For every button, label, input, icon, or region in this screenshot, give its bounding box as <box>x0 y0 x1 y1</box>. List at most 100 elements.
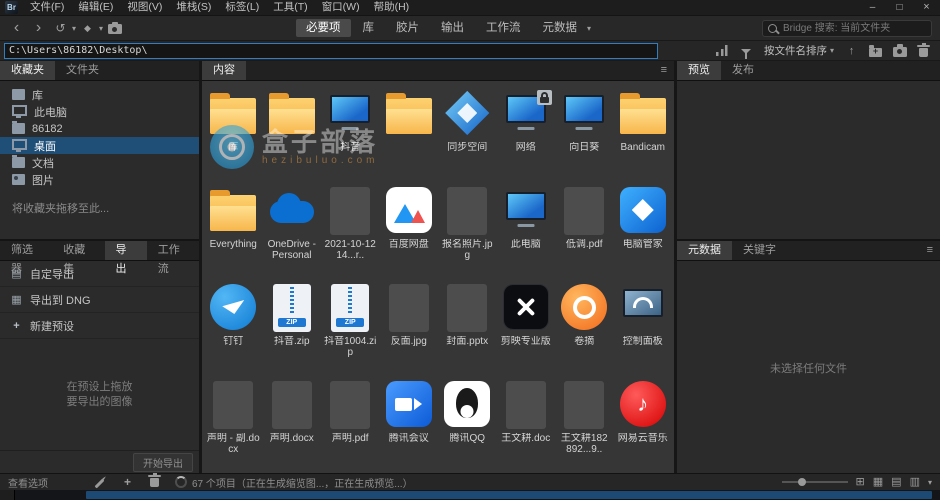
refine-icon[interactable] <box>77 18 98 38</box>
filter-button[interactable] <box>736 41 757 61</box>
menu-item[interactable]: 工具(T) <box>266 0 314 15</box>
file-item[interactable]: 王文耕.doc <box>497 372 556 469</box>
file-item[interactable]: 电脑管家 <box>614 178 673 275</box>
sort-ascending-button[interactable] <box>712 41 733 61</box>
file-item[interactable]: 库 <box>204 81 263 178</box>
start-export-button[interactable]: 开始导出 <box>133 453 193 472</box>
menu-item[interactable]: 视图(V) <box>120 0 169 15</box>
export-preset-item[interactable]: 导出到 DNG <box>0 287 199 313</box>
workspace-tab[interactable]: 元数据 <box>533 19 588 37</box>
panel-menu-icon[interactable] <box>654 61 674 80</box>
panel-tab[interactable]: 文件夹 <box>55 61 110 80</box>
file-item[interactable]: 腾讯QQ <box>438 372 497 469</box>
forward-icon[interactable] <box>28 18 49 38</box>
delete-preset-button[interactable] <box>150 474 159 490</box>
new-folder-button[interactable] <box>865 41 886 61</box>
horizontal-scrollbar[interactable] <box>0 490 940 500</box>
back-icon[interactable] <box>6 18 27 38</box>
file-item[interactable]: 百度网盘 <box>380 178 439 275</box>
sort-order-dropdown[interactable]: 按文件名排序 <box>760 43 838 58</box>
detail-view-icon[interactable] <box>891 477 901 488</box>
panel-tab[interactable]: 导出 <box>105 241 147 260</box>
export-preset-item[interactable]: 自定导出 <box>0 261 199 287</box>
workspace-tab[interactable]: 胶片 <box>386 19 429 37</box>
camera-import-button[interactable] <box>104 18 125 38</box>
menu-item[interactable]: 窗口(W) <box>315 0 367 15</box>
grid-view-icon[interactable] <box>856 477 865 488</box>
panel-tab[interactable]: 工作流 <box>147 241 199 260</box>
sort-direction-icon[interactable] <box>841 41 862 61</box>
add-preset-icon[interactable] <box>117 476 138 488</box>
chevron-down-icon[interactable] <box>99 24 103 33</box>
favorites-item[interactable]: 桌面 <box>0 137 199 154</box>
file-item[interactable]: 控制面板 <box>614 275 673 372</box>
favorites-item[interactable]: 86182 <box>0 120 199 137</box>
file-item[interactable]: OneDrive - Personal <box>263 178 322 275</box>
file-item[interactable]: 2021-10-12 14...r.. <box>321 178 380 275</box>
file-item[interactable]: 低调.pdf <box>555 178 614 275</box>
panel-tab[interactable]: 元数据 <box>677 241 732 260</box>
file-item[interactable]: 抖音.zip <box>263 275 322 372</box>
file-item[interactable] <box>263 81 322 178</box>
file-item[interactable] <box>380 81 439 178</box>
favorites-item[interactable]: 文档 <box>0 154 199 171</box>
file-item[interactable]: 钉钉 <box>204 275 263 372</box>
get-photos-button[interactable] <box>889 41 910 61</box>
thumbnail-size-slider[interactable] <box>782 481 848 483</box>
file-item[interactable]: 声明 - 副.docx <box>204 372 263 469</box>
file-item[interactable]: Bandicam <box>614 81 673 178</box>
file-item[interactable]: 腾讯会议 <box>380 372 439 469</box>
panel-tab[interactable]: 收藏夹 <box>0 61 55 80</box>
close-button[interactable] <box>913 0 940 15</box>
file-item[interactable]: 网易云音乐 <box>614 372 673 469</box>
view-options-label[interactable]: 查看选项 <box>8 475 48 490</box>
favorites-item[interactable]: 此电脑 <box>0 103 199 120</box>
file-item[interactable]: 抖音1004.zip <box>321 275 380 372</box>
path-input[interactable] <box>4 43 658 59</box>
panel-tab[interactable]: 发布 <box>721 61 765 80</box>
panel-tab[interactable]: 收藏集 <box>52 241 104 260</box>
menu-item[interactable]: 标签(L) <box>218 0 266 15</box>
menu-item[interactable]: 堆栈(S) <box>169 0 218 15</box>
file-item[interactable]: 声明.docx <box>263 372 322 469</box>
content-tab[interactable]: 内容 <box>202 61 246 80</box>
file-item[interactable]: 网络 <box>497 81 556 178</box>
file-item[interactable]: 封面.pptx <box>438 275 497 372</box>
slider-knob[interactable] <box>798 478 806 486</box>
chevron-down-icon[interactable] <box>72 24 76 33</box>
search-input[interactable] <box>781 22 926 35</box>
panel-tab[interactable]: 筛选器 <box>0 241 52 260</box>
favorites-item[interactable]: 库 <box>0 86 199 103</box>
favorites-item[interactable]: 图片 <box>0 171 199 188</box>
file-item[interactable]: Everything <box>204 178 263 275</box>
file-item[interactable]: 报名照片.jpg <box>438 178 497 275</box>
panel-tab[interactable]: 关键字 <box>732 241 787 260</box>
file-item[interactable]: 此电脑 <box>497 178 556 275</box>
file-item[interactable]: 卷摘 <box>555 275 614 372</box>
menu-item[interactable]: 帮助(H) <box>367 0 417 15</box>
file-item[interactable]: 王文耕182 892...9.. <box>555 372 614 469</box>
file-item[interactable]: 抖音 <box>321 81 380 178</box>
thumbnail-view-icon[interactable] <box>873 477 883 488</box>
minimize-button[interactable] <box>859 0 886 15</box>
list-view-icon[interactable] <box>910 477 920 488</box>
menu-item[interactable]: 编辑(E) <box>71 0 120 15</box>
maximize-button[interactable] <box>886 0 913 15</box>
scrollbar-thumb[interactable] <box>86 491 932 499</box>
file-item[interactable]: 同步空间 <box>438 81 497 178</box>
workspace-tab[interactable]: 输出 <box>431 19 474 37</box>
file-item[interactable]: 剪映专业版 <box>497 275 556 372</box>
file-item[interactable]: 声明.pdf <box>321 372 380 469</box>
workspace-tab[interactable]: 必要项 <box>296 19 351 37</box>
workspace-tab[interactable]: 工作流 <box>476 19 531 37</box>
menu-item[interactable]: 文件(F) <box>23 0 71 15</box>
delete-button[interactable] <box>913 41 934 61</box>
recent-history-icon[interactable] <box>50 18 71 38</box>
file-item[interactable]: 反面.jpg <box>380 275 439 372</box>
export-preset-item[interactable]: 新建预设 <box>0 313 199 339</box>
workspace-chevron-icon[interactable] <box>587 24 591 33</box>
panel-menu-icon[interactable] <box>920 241 940 260</box>
panel-tab[interactable]: 预览 <box>677 61 721 80</box>
workspace-tab[interactable]: 库 <box>353 19 385 37</box>
edit-preset-button[interactable] <box>94 477 105 488</box>
